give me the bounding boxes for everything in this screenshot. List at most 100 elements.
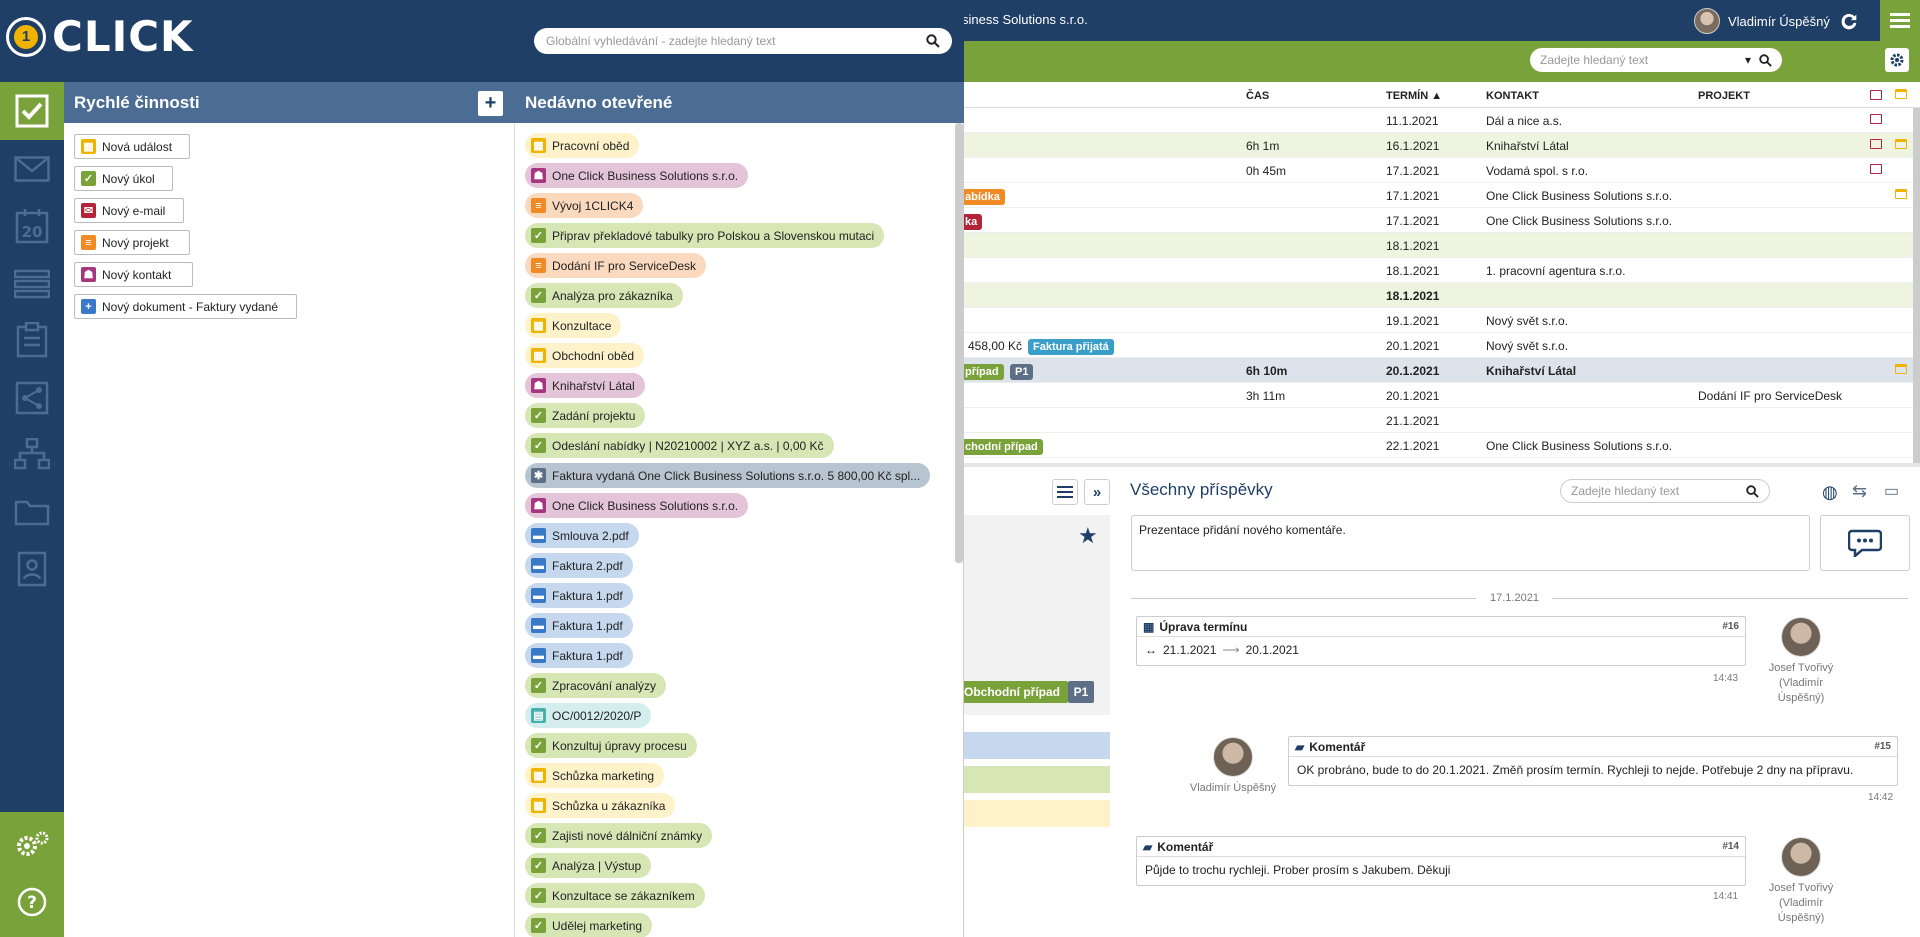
global-search-input[interactable]: Globální vyhledávání - zadejte hledaný t… (534, 28, 952, 54)
post-card[interactable]: ▰ Komentář #14 Půjde to trochu rychleji. … (1136, 836, 1746, 886)
table-row[interactable]: 18.1.2021 1. pracovní agentura s.r.o. (960, 258, 1916, 283)
table-row[interactable]: 3h 11m 20.1.2021 Dodání IF pro ServiceDesk (960, 383, 1916, 408)
recent-item[interactable]: ✓ Zajisti nové dálniční známky (525, 823, 713, 848)
recent-item[interactable]: ✓ Zadání projektu (525, 403, 646, 428)
list-view-icon[interactable] (1052, 479, 1078, 505)
recent-item[interactable]: ☗ Knihařství Látal (525, 373, 645, 398)
recent-item[interactable]: ✓ Zpracování analýzy (525, 673, 667, 698)
table-row[interactable]: 0h 45m 17.1.2021 Vodamá spol. s r.o. (960, 158, 1916, 183)
table-row[interactable]: chodní případ 22.1.2021 One Click Business… (960, 433, 1916, 458)
table-row[interactable]: ka 17.1.2021 One Click Business Solutions … (960, 208, 1916, 233)
recent-item-label: Konzultuj úpravy procesu (552, 738, 687, 753)
nav-files[interactable] (12, 492, 52, 532)
recent-item[interactable]: ▦ Obchodní oběd (525, 343, 645, 368)
calendar-icon[interactable] (1895, 364, 1907, 374)
col-project[interactable]: PROJEKT (1698, 90, 1750, 102)
table-row[interactable]: abídka 17.1.2021 One Click Business Soluti… (960, 183, 1916, 208)
comment-input[interactable]: Prezentace přidání nového komentáře. (1131, 515, 1810, 571)
calendar-icon[interactable] (1895, 189, 1907, 199)
recent-item[interactable]: ▦ Schůzka u zákazníka (525, 793, 676, 818)
recent-item[interactable]: ▬ Smlouva 2.pdf (525, 523, 639, 548)
quick-action-3[interactable]: ✉ Nový e-mail (74, 198, 184, 223)
search-icon[interactable] (1759, 53, 1772, 67)
nav-organization[interactable] (12, 434, 52, 474)
comments-icon[interactable]: ▭ (1884, 481, 1899, 501)
col-contact[interactable]: KONTAKT (1486, 90, 1539, 102)
post-card[interactable]: ▦ Úprava termínu #16 ↔ 21.1.2021 ⟶ 20.1.2… (1136, 616, 1746, 666)
nav-documents[interactable] (12, 320, 52, 360)
list-search-input[interactable]: Zadejte hledaný text ▾ (1530, 48, 1782, 72)
nav-tasks[interactable] (0, 82, 64, 140)
col-time[interactable]: ČAS (1246, 90, 1269, 102)
send-comment-button[interactable] (1820, 515, 1910, 571)
recent-item-label: Faktura 1.pdf (552, 618, 623, 633)
recent-item[interactable]: ✓ Připrav překladové tabulky pro Polskou … (525, 223, 885, 248)
globe-icon[interactable]: ◍ (1822, 482, 1838, 503)
quick-action-label: Nová událost (102, 139, 173, 154)
search-icon[interactable] (1746, 484, 1759, 498)
recent-item[interactable]: ▦ Pracovní oběd (525, 133, 640, 158)
recent-item[interactable]: ▬ Faktura 1.pdf (525, 643, 633, 668)
recent-item[interactable]: ▤ OC/0012/2020/P (525, 703, 652, 728)
recent-item[interactable]: ▬ Faktura 1.pdf (525, 613, 633, 638)
add-quick-action-button[interactable]: + (478, 91, 503, 116)
quick-action-1[interactable]: ▦ Nová událost (74, 134, 190, 159)
recent-item[interactable]: ✱ Faktura vydaná One Click Business Solut… (525, 463, 931, 488)
quick-action-5[interactable]: ☗ Nový kontakt (74, 262, 193, 287)
nav-mail[interactable] (12, 149, 52, 189)
nav-processes[interactable] (12, 378, 52, 418)
star-icon[interactable]: ★ (1078, 523, 1098, 549)
nav-projects[interactable] (12, 264, 52, 304)
expand-icon[interactable]: » (1084, 479, 1110, 505)
recent-item[interactable]: ▦ Konzultace (525, 313, 622, 338)
recent-item[interactable]: ▬ Faktura 1.pdf (525, 583, 633, 608)
recent-item[interactable]: ✓ Konzultuj úpravy procesu (525, 733, 697, 758)
recent-item[interactable]: ✓ Konzultace se zákazníkem (525, 883, 705, 908)
recent-item[interactable]: ✓ Odeslání nabídky | N20210002 | XYZ a.s.… (525, 433, 834, 458)
chevron-down-icon[interactable]: ▾ (1745, 53, 1751, 67)
quick-action-4[interactable]: ≡ Nový projekt (74, 230, 190, 255)
table-row[interactable]: 21.1.2021 (960, 408, 1916, 433)
calendar-icon[interactable] (1895, 139, 1907, 149)
col-deadline[interactable]: TERMÍN ▲ (1386, 90, 1442, 102)
help-icon[interactable]: ? (12, 882, 52, 922)
quick-action-2[interactable]: ✓ Nový úkol (74, 166, 173, 191)
folder-icon: ▬ (531, 618, 546, 633)
table-row[interactable]: 19.1.2021 Nový svět s.r.o. (960, 308, 1916, 333)
user-menu[interactable]: Vladimír Úspěšný (1694, 8, 1860, 34)
recent-item[interactable]: ≡ Dodání IF pro ServiceDesk (525, 253, 707, 278)
recent-item[interactable]: ▬ Faktura 2.pdf (525, 553, 633, 578)
recent-scrollbar[interactable] (955, 123, 963, 563)
logo[interactable]: 1 CLICK (6, 12, 194, 61)
search-icon[interactable] (926, 34, 940, 48)
nav-contacts[interactable] (12, 549, 52, 589)
recent-item[interactable]: ✓ Analýza | Výstup (525, 853, 652, 878)
recent-item[interactable]: ≡ Vývoj 1CLICK4 (525, 193, 644, 218)
table-row[interactable]: 458,00 Kč Faktura přijatá 20.1.2021 Nový sv… (960, 333, 1916, 358)
recent-item[interactable]: ✓ Analýza pro zákazníka (525, 283, 683, 308)
table-row[interactable]: 18.1.2021 (960, 233, 1916, 258)
swap-icon[interactable]: ⇆ (1852, 481, 1867, 502)
mail-icon[interactable] (1870, 114, 1882, 124)
post-card[interactable]: ▰ Komentář #15 OK probráno, bude to do 20… (1288, 736, 1898, 786)
settings-gears-icon[interactable] (12, 825, 52, 865)
table-row[interactable]: 6h 1m 16.1.2021 Knihařství Látal (960, 133, 1916, 158)
recent-item[interactable]: ☗ One Click Business Solutions s.r.o. (525, 493, 749, 518)
recent-item[interactable]: ☗ One Click Business Solutions s.r.o. (525, 163, 749, 188)
recent-item[interactable]: ✓ Udělej marketing (525, 913, 653, 937)
menu-icon[interactable] (1880, 0, 1920, 41)
table-row[interactable]: 18.1.2021 (960, 283, 1916, 308)
checkbox-icon (15, 94, 49, 128)
settings-gear-icon[interactable] (1885, 48, 1909, 72)
nav-calendar[interactable]: 20 (12, 206, 52, 246)
mail-icon[interactable] (1870, 164, 1882, 174)
recent-item[interactable]: ▦ Schůzka marketing (525, 763, 665, 788)
pane-divider[interactable] (960, 463, 1920, 467)
refresh-icon[interactable] (1838, 10, 1860, 32)
mail-icon[interactable] (1870, 139, 1882, 149)
table-scrollbar[interactable] (1913, 108, 1920, 463)
table-row[interactable]: 11.1.2021 Dál a nice a.s. (960, 108, 1916, 133)
table-row[interactable]: případ P1 6h 10m 20.1.2021 Knihařství Látal (960, 358, 1916, 383)
feed-search-input[interactable]: Zadejte hledaný text (1560, 479, 1770, 503)
quick-action-6[interactable]: + Nový dokument - Faktury vydané (74, 294, 297, 319)
